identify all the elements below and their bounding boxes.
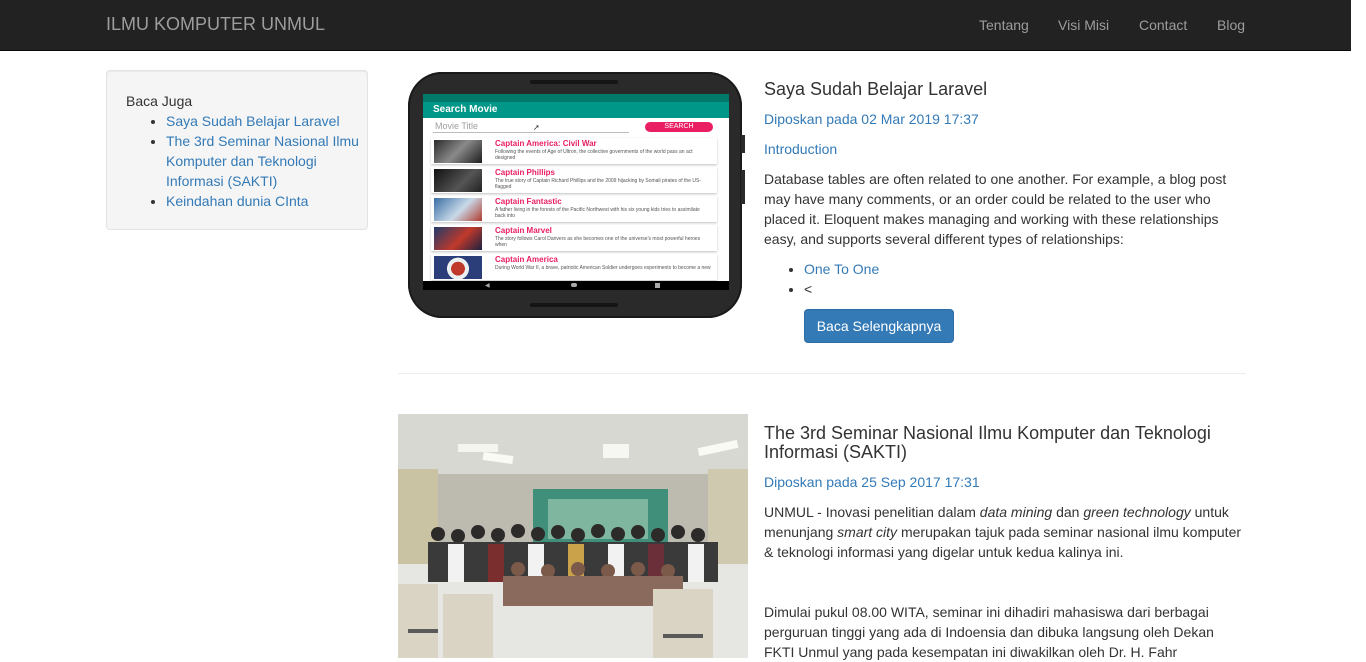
brand-link[interactable]: ILMU KOMPUTER UNMUL bbox=[106, 14, 325, 35]
movie-desc: The true story of Captain Richard Philli… bbox=[495, 178, 701, 190]
post-2-image[interactable] bbox=[398, 414, 748, 658]
sidebar-link-laravel[interactable]: Saya Sudah Belajar Laravel bbox=[166, 113, 340, 129]
movie-desc: The story follows Carol Danvers as she b… bbox=[495, 236, 701, 248]
post-1-title[interactable]: Saya Sudah Belajar Laravel bbox=[764, 80, 987, 99]
mockup-movie-card: Captain America: Civil War Following the… bbox=[431, 138, 717, 164]
seminar-photo bbox=[398, 414, 748, 658]
read-more-button[interactable]: Baca Selengkapnya bbox=[804, 309, 954, 343]
movie-title: Captain Marvel bbox=[495, 226, 552, 235]
phone-power-button bbox=[741, 170, 745, 204]
sidebar-related-posts: Baca Juga Saya Sudah Belajar Laravel The… bbox=[106, 70, 368, 230]
back-icon: ◀ bbox=[485, 283, 490, 289]
mockup-search-row: Movie Title SEARCH ➚ bbox=[423, 118, 729, 135]
movie-desc: A father living in the forests of the Pa… bbox=[495, 207, 700, 219]
movie-poster bbox=[434, 198, 482, 221]
movie-poster bbox=[434, 227, 482, 250]
phone-screen: Search Movie Movie Title SEARCH ➚ Captai… bbox=[423, 94, 729, 290]
sidebar-item: Saya Sudah Belajar Laravel bbox=[166, 111, 366, 131]
post-2-paragraph-2: Dimulai pukul 08.00 WITA, seminar ini di… bbox=[764, 604, 1214, 660]
android-nav-bar: ◀ bbox=[423, 281, 729, 290]
text-emphasis: data mining bbox=[979, 504, 1053, 520]
mockup-search-input: Movie Title bbox=[435, 121, 479, 131]
phone-volume-button bbox=[741, 135, 745, 153]
home-icon bbox=[571, 283, 577, 287]
sidebar-link-sakti[interactable]: The 3rd Seminar Nasional Ilmu Komputer d… bbox=[166, 133, 359, 189]
text-span: UNMUL - Inovasi penelitian dalam bbox=[764, 504, 980, 520]
phone-bottom-speaker bbox=[530, 303, 618, 307]
sidebar-item: The 3rd Seminar Nasional Ilmu Komputer d… bbox=[166, 131, 366, 191]
post-2-date: Diposkan pada 25 Sep 2017 17:31 bbox=[764, 474, 980, 490]
sidebar-title: Baca Juga bbox=[126, 93, 193, 109]
movie-title: Captain America bbox=[495, 255, 558, 264]
movie-title: Captain Fantastic bbox=[495, 197, 562, 206]
post-1-date: Diposkan pada 02 Mar 2019 17:37 bbox=[764, 111, 979, 127]
movie-title: Captain Phillips bbox=[495, 168, 556, 177]
status-bar bbox=[423, 94, 729, 102]
post-2-paragraph-1: UNMUL - Inovasi penelitian dalam data mi… bbox=[764, 502, 1246, 562]
mockup-movie-card: Captain Fantastic A father living in the… bbox=[431, 196, 717, 222]
mockup-movie-card: Captain Phillips The true story of Capta… bbox=[431, 167, 717, 193]
nav-link-contact[interactable]: Contact bbox=[1139, 17, 1187, 33]
post-divider bbox=[398, 373, 1246, 374]
recents-icon bbox=[655, 283, 660, 288]
movie-desc: Following the events of Age of Ultron, t… bbox=[495, 149, 693, 161]
movie-poster bbox=[434, 169, 482, 192]
movie-title: Captain America: Civil War bbox=[495, 139, 597, 148]
movie-desc: During World War II, a brave, patriotic … bbox=[495, 265, 711, 271]
mockup-movie-card: Captain America During World War II, a b… bbox=[431, 254, 717, 280]
text-emphasis: green technology bbox=[1083, 504, 1191, 520]
post-1-intro: Introduction bbox=[764, 139, 1246, 159]
app-bar-title: Search Movie bbox=[423, 102, 729, 118]
nav-link-visi-misi[interactable]: Visi Misi bbox=[1058, 17, 1109, 33]
post-1-body: Database tables are often related to one… bbox=[764, 171, 1227, 247]
post-1-intro-link[interactable]: Introduction bbox=[764, 141, 837, 157]
nav-link-blog[interactable]: Blog bbox=[1217, 17, 1245, 33]
movie-poster bbox=[434, 256, 482, 279]
mockup-search-underline bbox=[433, 132, 629, 133]
post-2-title[interactable]: The 3rd Seminar Nasional Ilmu Komputer d… bbox=[764, 424, 1246, 462]
phone-speaker bbox=[530, 80, 618, 84]
nav-link-tentang[interactable]: Tentang bbox=[979, 17, 1029, 33]
text-span: dan bbox=[1052, 504, 1084, 520]
sidebar-link-cinta[interactable]: Keindahan dunia CInta bbox=[166, 193, 308, 209]
mockup-movie-card: Captain Marvel The story follows Carol D… bbox=[431, 225, 717, 251]
text-emphasis: smart city bbox=[837, 524, 898, 540]
cursor-icon: ➚ bbox=[533, 123, 540, 132]
movie-poster bbox=[434, 140, 482, 163]
post-1-list: One To One < bbox=[764, 259, 879, 299]
sidebar-list: Saya Sudah Belajar Laravel The 3rd Semin… bbox=[126, 111, 366, 211]
sidebar-item: Keindahan dunia CInta bbox=[166, 191, 366, 211]
list-item: < bbox=[804, 279, 879, 299]
top-navbar: ILMU KOMPUTER UNMUL Tentang Visi Misi Co… bbox=[0, 0, 1351, 51]
one-to-one-link[interactable]: One To One bbox=[804, 261, 879, 277]
scrollbar-gutter bbox=[1351, 0, 1366, 658]
list-item: One To One bbox=[804, 259, 879, 279]
mockup-search-button: SEARCH bbox=[645, 122, 713, 132]
